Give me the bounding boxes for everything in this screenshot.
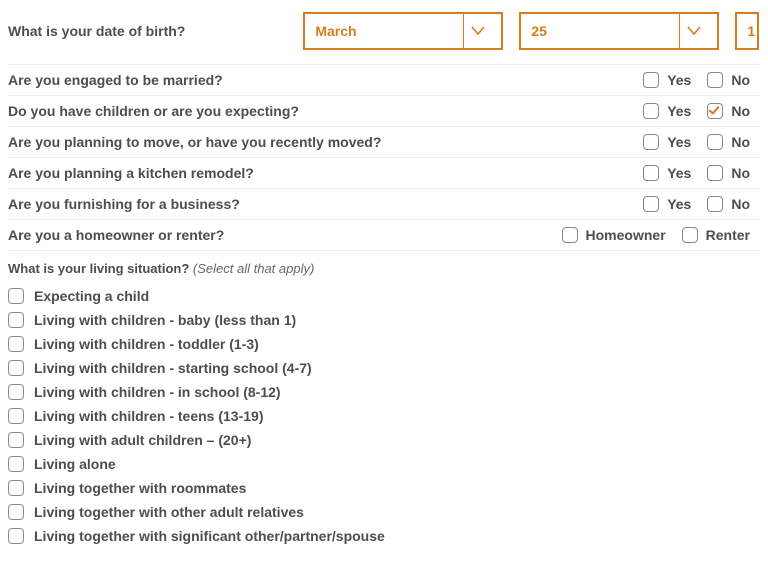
living-item-label: Living with children - starting school (… [34,360,312,376]
checkbox[interactable] [682,227,698,243]
checkbox[interactable] [8,432,24,448]
checkbox[interactable] [707,72,723,88]
question-text: Are you a homeowner or renter? [8,227,562,243]
living-item-label: Living together with other adult relativ… [34,504,304,520]
dob-month-value: March [315,23,356,39]
checkbox[interactable] [8,384,24,400]
chevron-down-icon [679,13,707,49]
question-text: Are you engaged to be married? [8,72,643,88]
dob-question: What is your date of birth? [8,23,185,39]
living-item: Living together with roommates [8,476,760,500]
checkbox[interactable] [8,360,24,376]
living-item: Living with children - starting school (… [8,356,760,380]
option-label: Yes [667,103,691,119]
question-row: Are you planning a kitchen remodel? Yes No [8,158,760,189]
question-row: Do you have children or are you expectin… [8,96,760,127]
living-item: Living with children - toddler (1-3) [8,332,760,356]
dob-day-select[interactable]: 25 [519,12,719,50]
question-row: Are you engaged to be married? Yes No [8,65,760,96]
living-item-label: Living with children - toddler (1-3) [34,336,259,352]
option-label: Homeowner [586,227,666,243]
living-item-label: Expecting a child [34,288,149,304]
option-label: No [731,134,750,150]
checkbox[interactable] [707,196,723,212]
option-label: Yes [667,196,691,212]
question-text: Do you have children or are you expectin… [8,103,643,119]
checkbox[interactable] [8,336,24,352]
dob-selects: March 25 1 [303,12,759,50]
option-label: Yes [667,72,691,88]
checkbox[interactable] [707,165,723,181]
living-item-label: Living with adult children – (20+) [34,432,251,448]
checkbox[interactable] [8,288,24,304]
answer-group: Yes No [643,134,760,150]
living-subtext: (Select all that apply) [193,261,314,276]
dob-year-value: 1 [747,23,755,39]
living-question: What is your living situation? [8,261,189,276]
living-header: What is your living situation? (Select a… [8,257,760,284]
checkbox[interactable] [643,103,659,119]
answer-group: Yes No [643,196,760,212]
living-item: Living with adult children – (20+) [8,428,760,452]
answer-group: Yes No [643,165,760,181]
checkbox[interactable] [643,134,659,150]
living-item-label: Living alone [34,456,116,472]
checkbox[interactable] [8,456,24,472]
living-item: Living with children - in school (8-12) [8,380,760,404]
option-label: No [731,196,750,212]
chevron-down-icon [463,13,491,49]
living-item: Living together with other adult relativ… [8,500,760,524]
question-row: Are you furnishing for a business? Yes No [8,189,760,220]
living-item: Living with children - teens (13-19) [8,404,760,428]
answer-group: Yes No [643,72,760,88]
living-item-label: Living with children - baby (less than 1… [34,312,296,328]
living-item: Living alone [8,452,760,476]
checkbox[interactable] [643,72,659,88]
checkbox[interactable] [643,196,659,212]
checkbox[interactable] [8,504,24,520]
checkbox[interactable] [643,165,659,181]
dob-row: What is your date of birth? March 25 1 [8,6,760,65]
answer-group: Yes No [643,103,760,119]
dob-year-select[interactable]: 1 [735,12,759,50]
living-item: Living with children - baby (less than 1… [8,308,760,332]
checkbox[interactable] [8,528,24,544]
living-section: What is your living situation? (Select a… [8,251,760,548]
question-text: Are you planning to move, or have you re… [8,134,643,150]
living-item-label: Living together with roommates [34,480,246,496]
checkbox[interactable] [707,134,723,150]
question-text: Are you planning a kitchen remodel? [8,165,643,181]
question-row: Are you a homeowner or renter? Homeowner R… [8,220,760,251]
checkbox[interactable] [707,103,723,119]
option-label: Renter [706,227,750,243]
checkbox[interactable] [8,312,24,328]
living-item-label: Living with children - teens (13-19) [34,408,263,424]
question-text: Are you furnishing for a business? [8,196,643,212]
option-label: No [731,103,750,119]
living-item: Living together with significant other/p… [8,524,760,548]
dob-month-select[interactable]: March [303,12,503,50]
option-label: Yes [667,165,691,181]
checkbox[interactable] [562,227,578,243]
checkbox[interactable] [8,480,24,496]
question-row: Are you planning to move, or have you re… [8,127,760,158]
option-label: No [731,165,750,181]
living-item-label: Living with children - in school (8-12) [34,384,281,400]
answer-group: Homeowner Renter [562,227,760,243]
option-label: No [731,72,750,88]
checkbox[interactable] [8,408,24,424]
living-item: Expecting a child [8,284,760,308]
dob-day-value: 25 [531,23,547,39]
option-label: Yes [667,134,691,150]
living-item-label: Living together with significant other/p… [34,528,385,544]
